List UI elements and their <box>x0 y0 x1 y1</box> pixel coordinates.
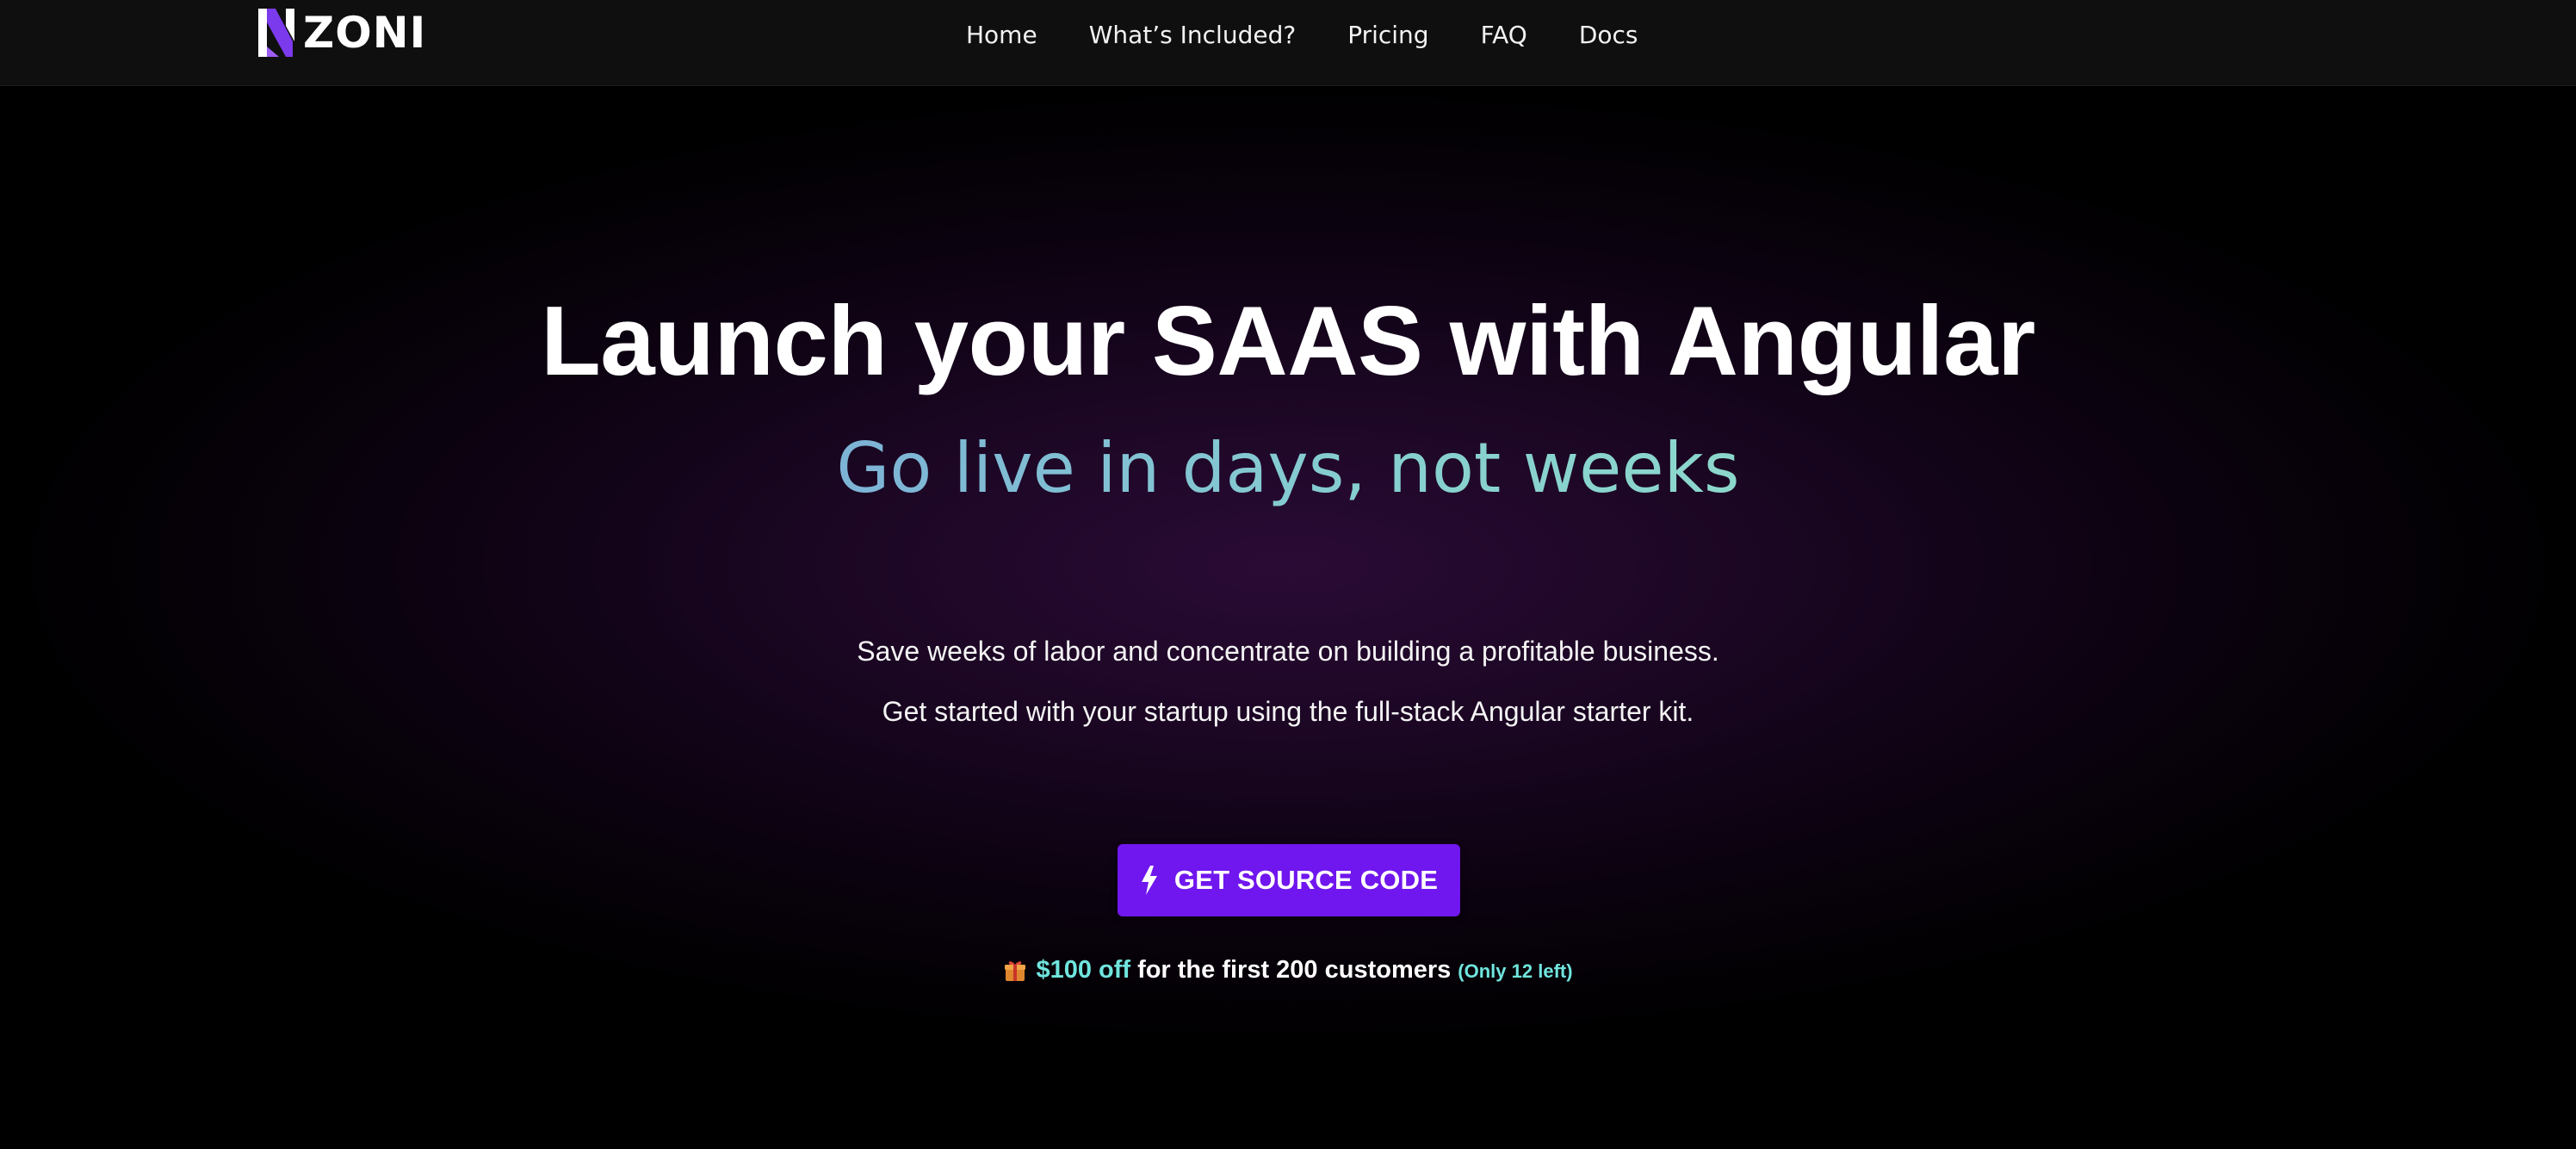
promo-remaining: (Only 12 left) <box>1458 960 1573 982</box>
get-source-code-button[interactable]: GET SOURCE CODE <box>1118 844 1460 916</box>
hero-title: Launch your SAAS with Angular <box>541 287 2035 396</box>
promo-banner: $100 off for the first 200 customers (On… <box>0 953 2576 989</box>
hero-subtitle: Go live in days, not weeks <box>0 425 2576 512</box>
nav-pricing-link[interactable]: Pricing <box>1347 21 1428 49</box>
below-hero-area <box>0 1044 2576 1149</box>
brand-logo[interactable]: ZONI <box>257 7 426 59</box>
nav-docs-link[interactable]: Docs <box>1579 21 1638 49</box>
logo-mark-icon <box>258 9 294 57</box>
lightning-bolt-icon <box>1141 866 1157 895</box>
brand-name: ZONI <box>303 8 427 58</box>
main-nav: Home What’s Included? Pricing FAQ Docs <box>966 14 1638 55</box>
nav-faq-link[interactable]: FAQ <box>1481 21 1527 49</box>
nav-whats-included-link[interactable]: What’s Included? <box>1089 21 1297 49</box>
hero-subtitle-text: Go live in days, not weeks <box>836 428 1740 508</box>
hero-description-line-2: Get started with your startup using the … <box>882 696 1694 727</box>
top-navbar: ZONI Home What’s Included? Pricing FAQ D… <box>0 0 2576 86</box>
promo-text: for the first 200 customers <box>1137 956 1452 984</box>
hero-section: Launch your SAAS with Angular Go live in… <box>0 86 2576 1044</box>
nav-home-link[interactable]: Home <box>966 21 1037 49</box>
promo-amount: $100 off <box>1036 956 1131 984</box>
gift-icon <box>1005 961 1026 981</box>
hero-description-line-1: Save weeks of labor and concentrate on b… <box>857 636 1719 667</box>
get-source-code-label: GET SOURCE CODE <box>1173 865 1439 895</box>
